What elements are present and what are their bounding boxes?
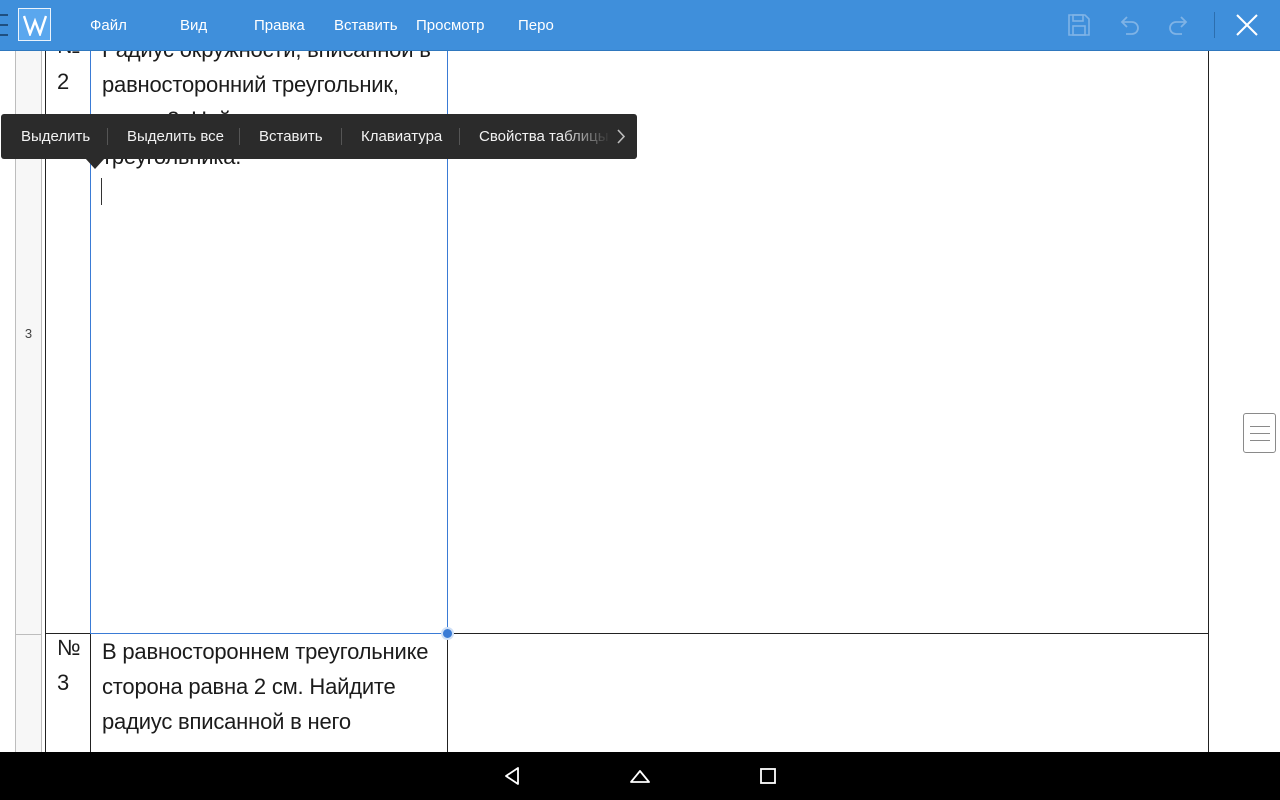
menu-pen[interactable]: Перо — [518, 0, 554, 51]
context-menu-pointer — [85, 158, 105, 169]
gutter-row-divider — [15, 634, 42, 635]
table-border-left — [45, 0, 46, 752]
task-number-label: № — [57, 635, 81, 660]
table-border-right — [1208, 0, 1209, 752]
task-text-line: радиус вписанной в него — [102, 709, 351, 734]
document-canvas[interactable]: 3 № 2 Радиус окружности, вписанной в рав… — [0, 0, 1280, 752]
handle-line — [1250, 433, 1270, 434]
menu-review[interactable]: Просмотр — [416, 0, 485, 51]
row-gutter — [15, 0, 42, 752]
task-text-line: сторона равна 2 см. Найдите — [102, 674, 396, 699]
menu-view[interactable]: Вид — [180, 0, 207, 51]
menu-file[interactable]: Файл — [90, 0, 127, 51]
context-separator — [459, 128, 460, 145]
context-separator — [107, 128, 108, 145]
task-number-value: 3 — [57, 670, 70, 695]
context-select-all[interactable]: Выделить все — [127, 114, 224, 159]
selection-handle[interactable] — [441, 627, 454, 640]
app-window: 3 № 2 Радиус окружности, вписанной в рав… — [0, 0, 1280, 800]
logo-w-glyph — [23, 15, 47, 36]
chevron-right-icon[interactable] — [607, 114, 635, 159]
app-logo-icon[interactable] — [18, 8, 51, 41]
menu-icon[interactable] — [0, 14, 8, 36]
top-toolbar: Файл Вид Правка Вставить Просмотр Перо — [0, 0, 1280, 51]
context-select[interactable]: Выделить — [21, 114, 90, 159]
undo-icon[interactable] — [1114, 10, 1144, 40]
task-number-value: 2 — [57, 69, 70, 94]
back-icon[interactable] — [500, 764, 524, 788]
context-fade — [561, 114, 611, 159]
text-cursor — [101, 178, 102, 205]
context-menu: Выделить Выделить все Вставить Клавиатур… — [1, 114, 637, 159]
save-icon[interactable] — [1064, 10, 1094, 40]
redo-icon[interactable] — [1164, 10, 1194, 40]
context-paste[interactable]: Вставить — [259, 114, 323, 159]
toolbar-separator — [1214, 12, 1215, 38]
system-navigation-bar — [0, 752, 1280, 800]
menu-insert[interactable]: Вставить — [334, 0, 398, 51]
context-separator — [341, 128, 342, 145]
context-keyboard[interactable]: Клавиатура — [361, 114, 442, 159]
selected-table-cell[interactable] — [90, 0, 448, 634]
menu-edit[interactable]: Правка — [254, 0, 305, 51]
row-number: 3 — [24, 326, 33, 341]
task-text-line: В равностороннем треугольнике — [102, 639, 429, 664]
side-panel-handle[interactable] — [1243, 413, 1276, 453]
close-icon[interactable] — [1232, 10, 1262, 40]
home-icon[interactable] — [628, 764, 652, 788]
handle-line — [1250, 440, 1270, 441]
handle-line — [1250, 426, 1270, 427]
context-separator — [239, 128, 240, 145]
recents-icon[interactable] — [756, 764, 780, 788]
